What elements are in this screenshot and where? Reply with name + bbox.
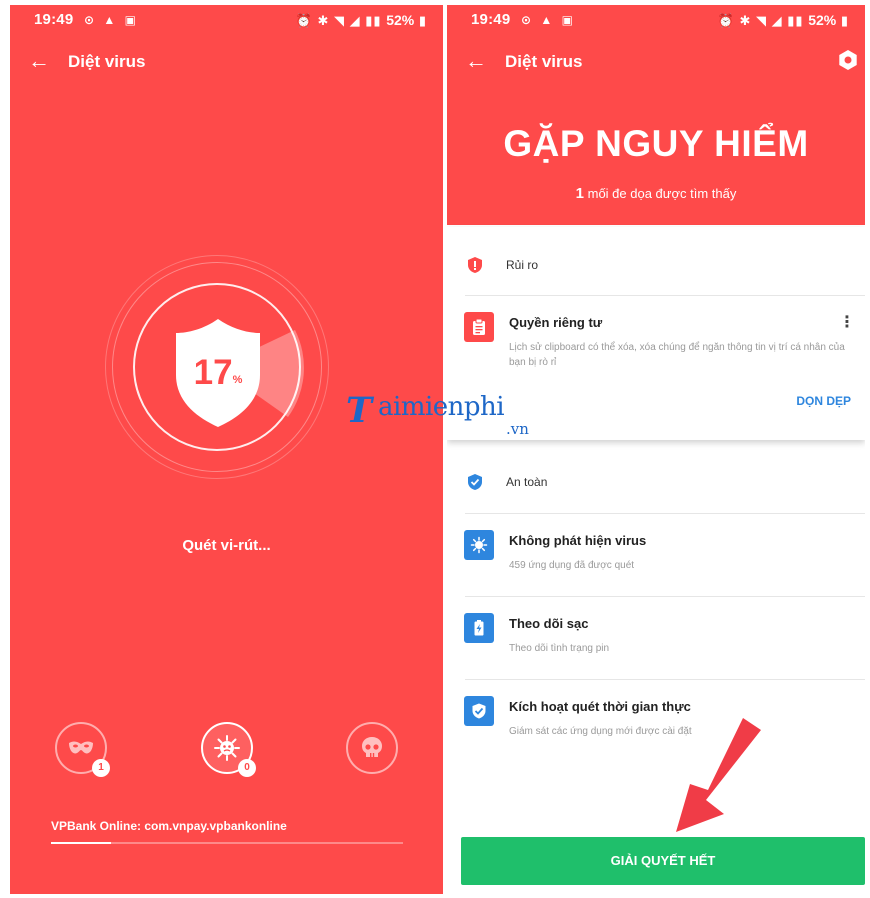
watermark-text: aimienphi — [378, 392, 505, 422]
watermark-logo: T aimienphi .vn — [346, 388, 556, 438]
watermark-domain: .vn — [506, 420, 529, 438]
pointer-arrow-icon — [676, 718, 761, 832]
watermark-logo-letter: T — [346, 390, 373, 431]
